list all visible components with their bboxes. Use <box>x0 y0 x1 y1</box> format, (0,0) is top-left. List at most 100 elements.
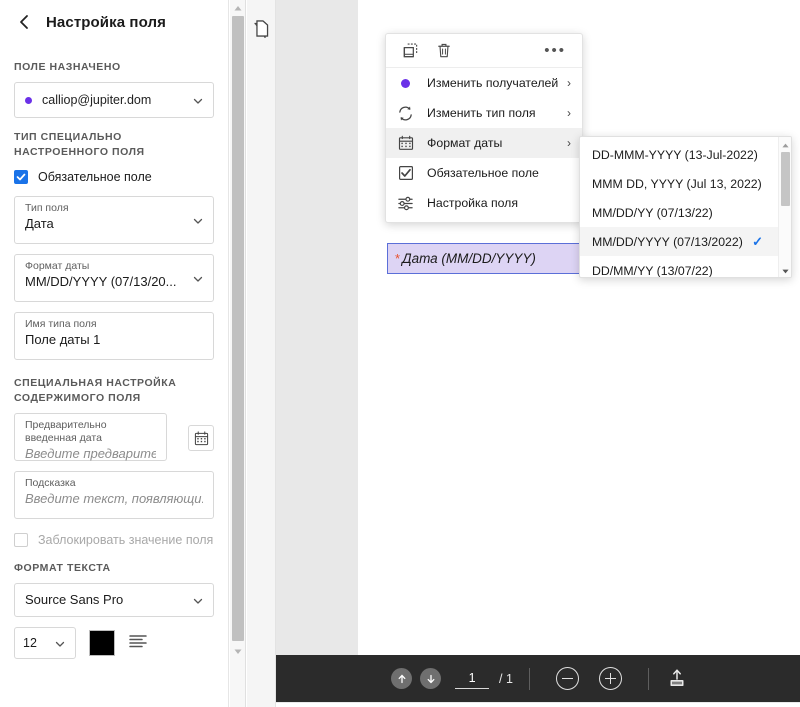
required-field-checkbox[interactable] <box>14 170 28 184</box>
required-marker: * <box>395 251 401 266</box>
date-format-submenu: DD-MMM-YYYY (13-Jul-2022) MMM DD, YYYY (… <box>579 136 792 278</box>
font-color-swatch[interactable] <box>89 630 115 656</box>
date-format-option[interactable]: MMM DD, YYYY (Jul 13, 2022) <box>580 169 791 198</box>
lock-field-value-checkbox[interactable] <box>14 533 28 547</box>
toolbar-divider <box>528 667 530 690</box>
refresh-icon <box>396 104 415 123</box>
chevron-right-icon: › <box>567 106 571 120</box>
chevron-right-icon: › <box>567 136 571 150</box>
toolbar-divider <box>647 667 649 690</box>
more-options-icon[interactable]: ••• <box>544 43 566 58</box>
scroll-down-arrow-icon[interactable] <box>779 264 791 277</box>
menu-item-label: Изменить получателей <box>427 76 559 90</box>
sliders-icon <box>396 194 415 213</box>
zoom-out-icon[interactable] <box>555 667 579 690</box>
menu-item-label: Обязательное поле <box>427 166 539 180</box>
arrow-down-circle-icon[interactable] <box>420 668 442 689</box>
field-type-name-label: Имя типа поля <box>25 318 97 330</box>
date-format-select[interactable]: Формат даты MM/DD/YYYY (07/13/20... <box>14 254 214 302</box>
required-field-checkbox-label: Обязательное поле <box>38 170 152 184</box>
arrow-up-circle-icon[interactable] <box>391 668 413 689</box>
checkbox-checked-icon <box>396 164 415 183</box>
field-type-name-input[interactable]: Имя типа поля Поле даты 1 <box>14 312 214 360</box>
menu-item-field-settings[interactable]: Настройка поля <box>386 188 582 218</box>
page-title: Настройка поля <box>46 13 166 31</box>
context-menu-toolbar: ••• <box>386 34 582 68</box>
section-label-content-settings: СПЕЦИАЛЬНАЯ НАСТРОЙКА СОДЕРЖИМОГО ПОЛЯ <box>14 377 177 404</box>
submenu-scrollbar-thumb[interactable] <box>781 152 790 206</box>
check-icon: ✓ <box>752 233 763 249</box>
prefill-date-input[interactable]: Предварительно введенная дата Введите пр… <box>14 413 167 461</box>
date-format-option[interactable]: DD/MM/YY (13/07/22) <box>580 256 791 278</box>
menu-item-label: Изменить тип поля <box>427 106 536 120</box>
field-type-select[interactable]: Тип поля Дата <box>14 196 214 244</box>
font-family-value: Source Sans Pro <box>25 592 124 607</box>
panel-scrollbar-thumb[interactable] <box>232 16 244 641</box>
field-type-value: Дата <box>25 216 54 231</box>
lock-field-value-row[interactable]: Заблокировать значение поля <box>0 533 228 547</box>
font-size-select[interactable]: 12 <box>14 627 76 659</box>
field-type-name-value: Поле даты 1 <box>25 332 101 347</box>
menu-item-change-recipients[interactable]: Изменить получателей › <box>386 68 582 98</box>
menu-item-label: Формат даты <box>427 136 503 150</box>
page-number-input[interactable] <box>455 668 490 689</box>
scroll-down-arrow-icon[interactable] <box>230 644 246 660</box>
menu-item-label: Настройка поля <box>427 196 519 210</box>
date-field-on-page[interactable]: * Дата (MM/DD/YYYY) <box>387 243 584 274</box>
date-format-option-label: DD-MMM-YYYY (13-Jul-2022) <box>592 147 758 162</box>
back-chevron-icon[interactable] <box>14 12 34 32</box>
menu-item-date-format[interactable]: Формат даты › <box>386 128 582 158</box>
chevron-down-icon <box>54 637 66 649</box>
scroll-up-arrow-icon[interactable] <box>230 0 246 16</box>
font-family-select[interactable]: Source Sans Pro <box>14 583 214 617</box>
prefill-date-label: Предварительно введенная дата <box>25 419 107 444</box>
panel-header: Настройка поля <box>0 0 228 44</box>
field-type-label: Тип поля <box>25 202 69 214</box>
date-format-option-label: MM/DD/YYYY (07/13/2022) <box>592 234 743 249</box>
text-format-controls: 12 <box>0 627 228 659</box>
bottom-edge-strip <box>276 702 800 707</box>
calendar-icon <box>396 134 415 153</box>
document-bottom-toolbar: / 1 <box>276 655 800 702</box>
date-format-option-selected[interactable]: MM/DD/YYYY (07/13/2022) ✓ <box>580 227 791 256</box>
lock-field-value-label: Заблокировать значение поля <box>38 533 214 547</box>
field-settings-panel: Настройка поля ПОЛЕ НАЗНАЧЕНО calliop@ju… <box>0 0 229 707</box>
date-format-option-label: MMM DD, YYYY (Jul 13, 2022) <box>592 176 762 191</box>
submenu-scrollbar[interactable] <box>778 137 791 277</box>
panel-scrollbar[interactable] <box>230 0 246 707</box>
chevron-down-icon <box>192 272 204 284</box>
tooltip-label: Подсказка <box>25 477 76 489</box>
upload-signature-icon[interactable] <box>665 667 689 691</box>
thumbnail-strip <box>247 0 276 707</box>
date-format-option[interactable]: MM/DD/YY (07/13/22) <box>580 198 791 227</box>
chevron-down-icon <box>192 594 204 606</box>
section-label-custom-type: ТИП СПЕЦИАЛЬНО НАСТРОЕННОГО ПОЛЯ <box>14 131 145 158</box>
date-format-option-label: DD/MM/YY (13/07/22) <box>592 263 713 278</box>
font-size-value: 12 <box>23 636 37 650</box>
menu-item-required-field[interactable]: Обязательное поле <box>386 158 582 188</box>
trash-icon[interactable] <box>434 41 454 61</box>
recipient-color-dot-icon <box>25 96 32 104</box>
resize-field-icon[interactable] <box>400 41 420 61</box>
text-align-icon[interactable] <box>128 633 148 653</box>
field-context-menu: ••• Изменить получателей › Изменить тип … <box>385 33 583 223</box>
assigned-recipient-value: calliop@jupiter.dom <box>42 93 152 107</box>
date-format-option[interactable]: DD-MMM-YYYY (13-Jul-2022) <box>580 140 791 169</box>
prefill-date-row: Предварительно введенная дата Введите пр… <box>0 413 214 461</box>
date-format-label: Формат даты <box>25 260 90 272</box>
zoom-controls-group <box>546 667 632 690</box>
menu-item-change-field-type[interactable]: Изменить тип поля › <box>386 98 582 128</box>
section-label-assigned: ПОЛЕ НАЗНАЧЕНО <box>14 61 121 73</box>
calendar-picker-button[interactable] <box>188 425 214 451</box>
chevron-down-icon <box>192 214 204 226</box>
page-navigation-group: / 1 <box>387 668 513 689</box>
required-field-checkbox-row[interactable]: Обязательное поле <box>0 170 228 184</box>
zoom-in-icon[interactable] <box>598 667 622 690</box>
assigned-recipient-select[interactable]: calliop@jupiter.dom <box>14 82 214 118</box>
tooltip-placeholder: Введите текст, появляющи... <box>25 491 203 506</box>
tooltip-input[interactable]: Подсказка Введите текст, появляющи... <box>14 471 214 519</box>
pages-thumbnail-icon[interactable] <box>253 20 270 39</box>
scroll-up-arrow-icon[interactable] <box>779 138 791 152</box>
app-root: Настройка поля ПОЛЕ НАЗНАЧЕНО calliop@ju… <box>0 0 800 707</box>
section-label-text-format: ФОРМАТ ТЕКСТА <box>14 562 111 574</box>
